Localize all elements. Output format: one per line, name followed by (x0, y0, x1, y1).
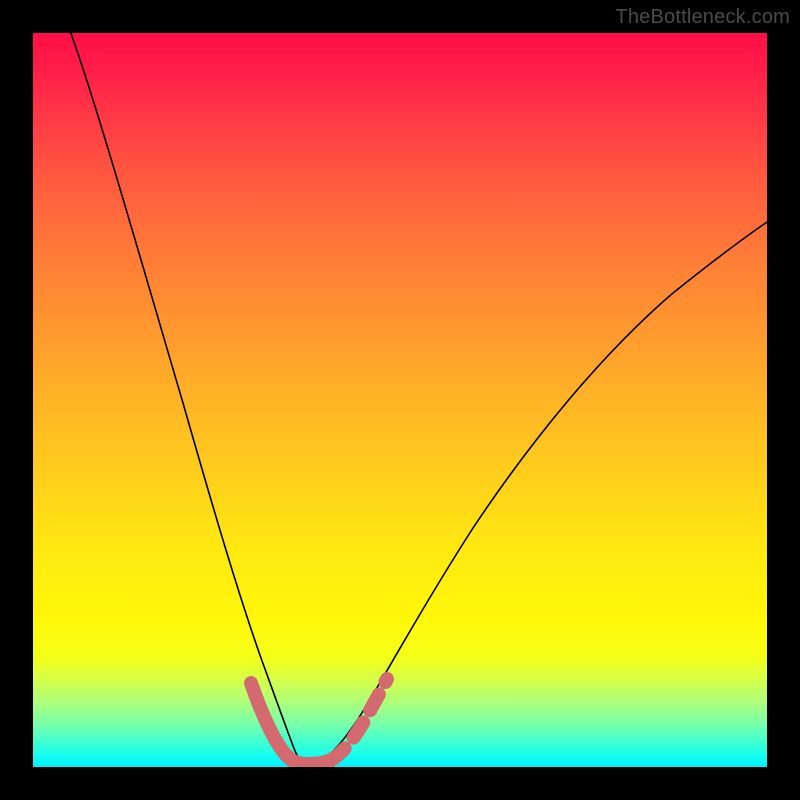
optimal-range-right (331, 679, 387, 760)
chart-frame: TheBottleneck.com (0, 0, 800, 800)
watermark-text: TheBottleneck.com (615, 6, 790, 29)
bottleneck-curve (69, 33, 767, 764)
plot-area (33, 33, 767, 767)
curve-layer (33, 33, 767, 767)
optimal-range-left (251, 683, 331, 764)
